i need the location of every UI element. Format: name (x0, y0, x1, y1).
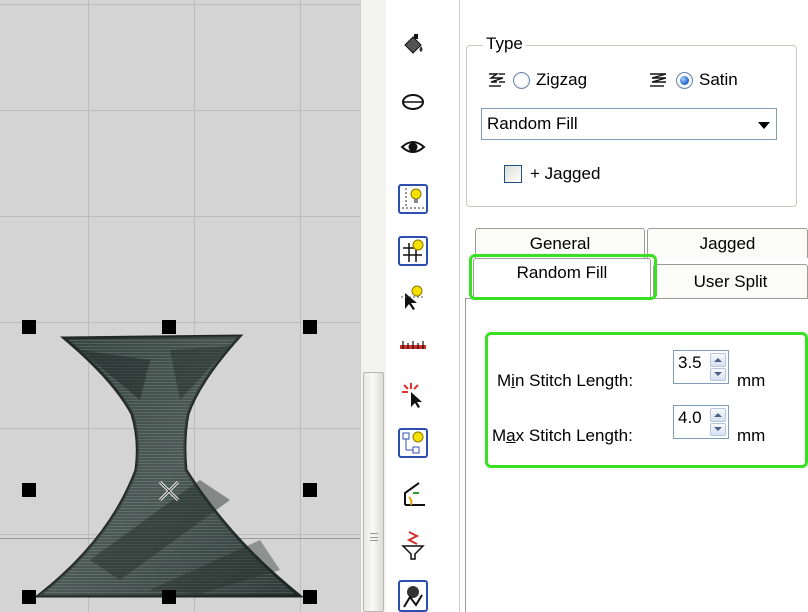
scrollbar-thumb[interactable] (363, 372, 384, 612)
satin-option[interactable]: Satin (648, 70, 738, 90)
max-stitch-length-spinner[interactable] (710, 408, 726, 436)
tab-body-border-left (465, 298, 466, 612)
vertical-scrollbar[interactable] (360, 0, 386, 612)
eye-icon[interactable] (398, 132, 428, 162)
max-stitch-length-value: 4.0 (678, 408, 702, 427)
max-stitch-length-input[interactable]: 4.0 (673, 405, 729, 439)
bulb-nodes-icon[interactable] (398, 428, 428, 458)
bulb-pointer-icon[interactable] (398, 282, 428, 312)
angle-tool-icon[interactable] (398, 478, 428, 508)
grip-icon (370, 533, 378, 541)
selection-handle[interactable] (303, 483, 317, 497)
toolbar-divider (459, 0, 460, 612)
bulb-crosshair-icon[interactable] (398, 184, 428, 214)
selection-handle[interactable] (162, 590, 176, 604)
satin-stitch-icon (650, 73, 667, 87)
min-stitch-length-unit: mm (737, 371, 766, 390)
zigzag-radio[interactable] (513, 71, 530, 89)
arrow-up-icon (714, 412, 722, 417)
measure-ruler-icon[interactable] (398, 332, 428, 362)
stitch-preview-icon[interactable] (398, 580, 428, 612)
design-canvas[interactable] (0, 0, 360, 612)
tab-user-split-label: User Split (693, 271, 768, 291)
arrow-down-icon (714, 372, 722, 377)
tab-jagged[interactable]: Jagged (647, 228, 808, 258)
outline-ellipse-icon[interactable] (398, 86, 428, 116)
random-fill-tab-highlight (469, 254, 657, 300)
selection-handle[interactable] (22, 320, 36, 334)
satin-label: Satin (699, 70, 738, 89)
selection-handle[interactable] (303, 590, 317, 604)
embroidery-shape[interactable] (0, 0, 360, 612)
selection-handle[interactable] (22, 483, 36, 497)
tool-strip (387, 0, 460, 612)
jagged-checkbox-label: + Jagged (530, 164, 601, 183)
zigzag-stitch-icon (488, 73, 505, 87)
max-stitch-length-unit: mm (737, 426, 766, 445)
tab-user-split[interactable]: User Split (653, 264, 808, 298)
min-stitch-length-label: Min Stitch Length: (497, 371, 634, 390)
jagged-checkbox[interactable] (504, 165, 522, 183)
paint-bucket-icon[interactable] (398, 30, 428, 60)
satin-radio[interactable] (676, 71, 693, 89)
max-stitch-length-label: Max Stitch Length: (492, 426, 633, 445)
max-stitch-down-button[interactable] (710, 422, 726, 436)
fill-type-select[interactable]: Random Fill (481, 108, 777, 140)
tab-general-label: General (529, 233, 591, 253)
min-stitch-length-input[interactable]: 3.5 (673, 350, 729, 384)
selection-handle[interactable] (303, 320, 317, 334)
min-stitch-down-button[interactable] (710, 367, 726, 381)
chevron-down-icon[interactable] (758, 122, 770, 129)
fill-type-value: Random Fill (487, 114, 578, 133)
arrow-down-icon (714, 427, 722, 432)
funnel-icon[interactable] (398, 530, 428, 560)
stitch-length-highlight (485, 332, 808, 468)
max-stitch-up-button[interactable] (710, 408, 726, 422)
min-stitch-length-spinner[interactable] (710, 353, 726, 381)
arrow-up-icon (714, 357, 722, 362)
min-stitch-length-value: 3.5 (678, 353, 702, 372)
properties-panel: Type Zigzag Satin Random Fill + Jagged G… (461, 0, 808, 612)
jagged-checkbox-row[interactable]: + Jagged (504, 164, 600, 184)
tab-jagged-label: Jagged (699, 233, 756, 253)
bulb-grid-icon[interactable] (398, 236, 428, 266)
selection-handle[interactable] (22, 590, 36, 604)
min-stitch-up-button[interactable] (710, 353, 726, 367)
zigzag-label: Zigzag (536, 70, 588, 89)
sparkle-select-icon[interactable] (398, 380, 428, 410)
type-group-legend: Type (483, 34, 526, 54)
zigzag-option[interactable]: Zigzag (487, 70, 587, 90)
selection-handle[interactable] (162, 320, 176, 334)
